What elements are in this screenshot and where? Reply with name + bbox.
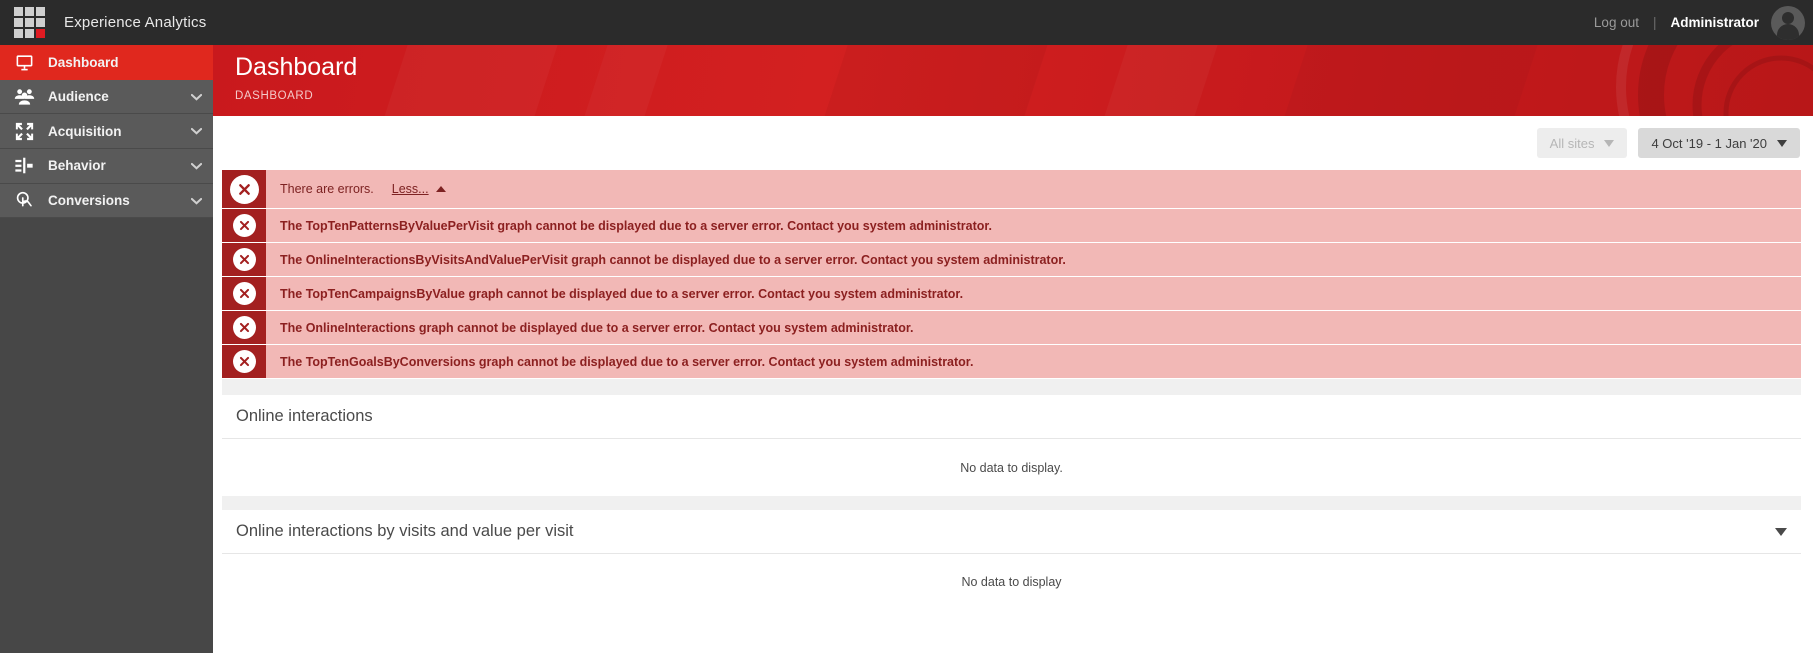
error-message: The OnlineInteractionsByVisitsAndValuePe… <box>280 252 1066 267</box>
sidebar-item-label: Acquisition <box>48 123 122 139</box>
error-toggle-link[interactable]: Less... <box>392 182 429 196</box>
error-summary-row: There are errors. Less... <box>222 170 1801 208</box>
user-name[interactable]: Administrator <box>1670 15 1759 30</box>
error-row: The TopTenPatternsByValuePerVisit graph … <box>222 209 1801 242</box>
error-close-button[interactable] <box>222 277 266 310</box>
close-circle-icon <box>232 350 256 373</box>
error-message: The OnlineInteractions graph cannot be d… <box>280 320 914 335</box>
sidebar-item-behavior[interactable]: Behavior <box>0 149 213 184</box>
site-filter-button[interactable]: All sites <box>1536 128 1628 158</box>
caret-down-icon <box>1604 139 1615 147</box>
chevron-down-icon[interactable] <box>179 197 213 205</box>
error-row: The OnlineInteractions graph cannot be d… <box>222 311 1801 344</box>
people-group-icon <box>0 87 48 106</box>
top-bar-right: Log out | Administrator <box>1594 0 1813 45</box>
sidebar-item-label: Conversions <box>48 193 130 209</box>
top-bar: Experience Analytics Log out | Administr… <box>0 0 1813 45</box>
app-logo[interactable] <box>0 0 58 45</box>
chevron-down-icon[interactable] <box>179 93 213 101</box>
close-circle-icon <box>232 316 256 339</box>
error-close-button[interactable] <box>222 243 266 276</box>
error-summary-text-wrap: There are errors. Less... <box>266 170 1801 208</box>
caret-up-icon[interactable] <box>435 186 446 192</box>
error-message: The TopTenPatternsByValuePerVisit graph … <box>280 218 993 233</box>
date-range-label: 4 Oct '19 - 1 Jan '20 <box>1651 135 1767 151</box>
panel-body: No data to display <box>222 554 1801 609</box>
close-circle-icon <box>229 174 259 204</box>
panel-online-interactions: Online interactions No data to display. <box>222 395 1801 496</box>
app-title: Experience Analytics <box>64 14 207 31</box>
topbar-separator: | <box>1652 15 1657 30</box>
monitor-presentation-icon <box>0 53 48 72</box>
logout-link[interactable]: Log out <box>1594 15 1639 30</box>
error-banner-list: There are errors. Less... The TopTenPatt… <box>213 170 1813 378</box>
error-row: The OnlineInteractionsByVisitsAndValuePe… <box>222 243 1801 276</box>
panel-title: Online interactions by visits and value … <box>236 522 574 540</box>
error-close-button[interactable] <box>222 170 266 208</box>
sidebar-item-conversions[interactable]: Conversions <box>0 183 213 219</box>
error-message: The TopTenCampaignsByValue graph cannot … <box>280 286 964 301</box>
close-circle-icon <box>232 214 256 237</box>
panel-body: No data to display. <box>222 439 1801 496</box>
sidebar-item-label: Behavior <box>48 158 106 174</box>
page-title: Dashboard <box>235 53 358 81</box>
panel-header[interactable]: Online interactions <box>222 395 1801 439</box>
error-message: The TopTenGoalsByConversions graph canno… <box>280 354 974 369</box>
error-close-button[interactable] <box>222 311 266 344</box>
banner-swirl-icon <box>1616 45 1813 116</box>
chevron-down-icon[interactable] <box>179 162 213 170</box>
sidebar-item-dashboard[interactable]: Dashboard <box>0 45 213 80</box>
sidebar-filler <box>0 218 213 649</box>
chevron-down-icon[interactable] <box>179 127 213 135</box>
error-row: The TopTenGoalsByConversions graph canno… <box>222 345 1801 378</box>
sidebar-item-label: Dashboard <box>48 54 119 70</box>
site-filter-label: All sites <box>1549 135 1595 151</box>
panel-header[interactable]: Online interactions by visits and value … <box>222 510 1801 554</box>
caret-down-icon[interactable] <box>1775 527 1787 536</box>
main-content: Dashboard DASHBOARD All sites 4 Oct '19 … <box>213 45 1813 653</box>
page-banner: Dashboard DASHBOARD <box>213 45 1813 116</box>
date-range-filter-button[interactable]: 4 Oct '19 - 1 Jan '20 <box>1638 128 1800 158</box>
close-circle-icon <box>232 248 256 271</box>
breadcrumb: DASHBOARD <box>235 90 314 102</box>
empty-state-text: No data to display <box>961 574 1062 589</box>
hand-click-icon <box>0 191 48 210</box>
grid-3x3-icon <box>13 7 45 38</box>
panel-spacer <box>222 496 1801 510</box>
caret-down-icon <box>1777 139 1787 147</box>
user-avatar-icon[interactable] <box>1771 5 1805 40</box>
sidebar-item-label: Audience <box>48 89 109 105</box>
flow-branch-icon <box>0 156 48 175</box>
error-close-button[interactable] <box>222 345 266 378</box>
arrows-inward-icon <box>0 122 48 141</box>
close-circle-icon <box>232 282 256 305</box>
sidebar: Dashboard Audience Acquisition Behavior … <box>0 45 213 653</box>
sidebar-item-acquisition[interactable]: Acquisition <box>0 114 213 150</box>
error-row: The TopTenCampaignsByValue graph cannot … <box>222 277 1801 310</box>
error-close-button[interactable] <box>222 209 266 242</box>
error-summary-text: There are errors. <box>280 182 374 196</box>
panel-spacer <box>222 379 1801 395</box>
sidebar-item-audience[interactable]: Audience <box>0 79 213 115</box>
panel-online-interactions-by-visits: Online interactions by visits and value … <box>222 510 1801 609</box>
empty-state-text: No data to display. <box>960 460 1063 475</box>
panel-title: Online interactions <box>236 407 373 425</box>
filter-bar: All sites 4 Oct '19 - 1 Jan '20 <box>213 116 1813 170</box>
